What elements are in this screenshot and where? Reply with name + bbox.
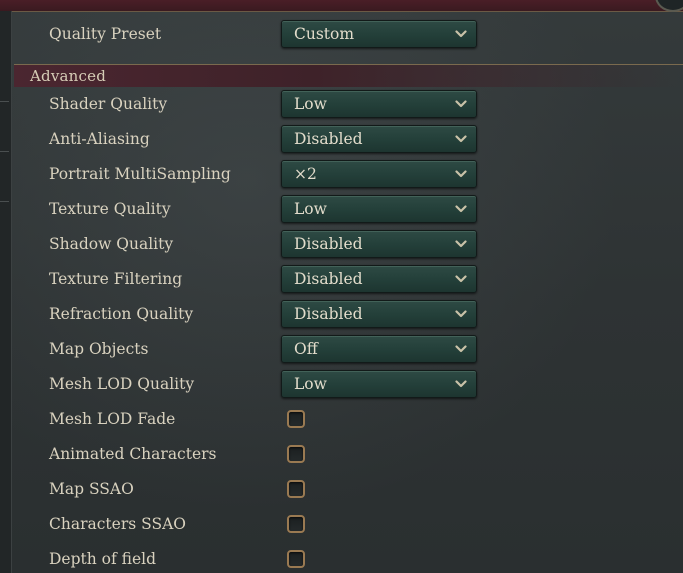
setting-checkbox[interactable] (287, 409, 305, 428)
chevron-down-icon (455, 169, 467, 177)
chevron-down-icon (455, 134, 467, 142)
chevron-down-icon (455, 204, 467, 212)
dropdown-value: Low (294, 374, 327, 393)
chevron-down-icon (455, 29, 467, 37)
setting-checkbox[interactable] (287, 549, 305, 568)
setting-label: Map SSAO (49, 479, 134, 498)
chevron-down-icon (455, 239, 467, 247)
setting-label: Map Objects (49, 339, 149, 358)
setting-label: Animated Characters (49, 444, 217, 463)
setting-row: Mesh LOD Quality Low (0, 366, 683, 401)
dropdown-value: Disabled (294, 234, 363, 253)
setting-dropdown[interactable]: Low (281, 194, 477, 223)
setting-checkbox[interactable] (287, 514, 305, 533)
setting-row: Shader Quality Low (0, 86, 683, 121)
dropdown-value: Low (294, 94, 327, 113)
setting-label: Mesh LOD Quality (49, 374, 195, 393)
setting-checkbox[interactable] (287, 479, 305, 498)
setting-dropdown[interactable]: ×2 (281, 159, 477, 188)
chevron-down-icon (455, 309, 467, 317)
setting-dropdown[interactable]: Disabled (281, 299, 477, 328)
setting-label: Portrait MultiSampling (49, 164, 231, 183)
dropdown-value: Custom (294, 24, 355, 43)
setting-dropdown[interactable]: Disabled (281, 229, 477, 258)
chevron-down-icon (455, 344, 467, 352)
dropdown-value: Disabled (294, 269, 363, 288)
setting-checkbox[interactable] (287, 444, 305, 463)
dropdown-value: Disabled (294, 129, 363, 148)
setting-dropdown[interactable]: Disabled (281, 264, 477, 293)
setting-label: Texture Filtering (49, 269, 183, 288)
setting-row: Anti-Aliasing Disabled (0, 121, 683, 156)
setting-row: Refraction Quality Disabled (0, 296, 683, 331)
quality-preset-label: Quality Preset (49, 24, 162, 43)
setting-label: Depth of field (49, 549, 157, 568)
setting-label: Shader Quality (49, 94, 168, 113)
chevron-down-icon (455, 379, 467, 387)
setting-dropdown[interactable]: Disabled (281, 124, 477, 153)
advanced-section-header: Advanced (14, 64, 683, 87)
dropdown-value: Off (294, 339, 318, 358)
setting-row: Mesh LOD Fade (0, 401, 683, 436)
setting-row: Portrait MultiSampling ×2 (0, 156, 683, 191)
dropdown-value: Disabled (294, 304, 363, 323)
dropdown-value: Low (294, 199, 327, 218)
setting-label: Refraction Quality (49, 304, 194, 323)
setting-row: Shadow Quality Disabled (0, 226, 683, 261)
chevron-down-icon (455, 274, 467, 282)
setting-label: Anti-Aliasing (49, 129, 150, 148)
setting-row: Depth of field (0, 541, 683, 573)
quality-preset-row: Quality Preset Custom (0, 16, 683, 51)
setting-label: Shadow Quality (49, 234, 174, 253)
setting-row: Map Objects Off (0, 331, 683, 366)
setting-row: Texture Filtering Disabled (0, 261, 683, 296)
setting-row: Texture Quality Low (0, 191, 683, 226)
setting-label: Characters SSAO (49, 514, 186, 533)
section-title: Advanced (30, 67, 106, 85)
setting-label: Texture Quality (49, 199, 171, 218)
setting-row: Map SSAO (0, 471, 683, 506)
quality-preset-dropdown[interactable]: Custom (281, 19, 477, 48)
setting-dropdown[interactable]: Low (281, 89, 477, 118)
setting-row: Characters SSAO (0, 506, 683, 541)
window-top-strip (0, 0, 683, 12)
setting-row: Animated Characters (0, 436, 683, 471)
chevron-down-icon (455, 99, 467, 107)
setting-label: Mesh LOD Fade (49, 409, 176, 428)
setting-dropdown[interactable]: Off (281, 334, 477, 363)
dropdown-value: ×2 (294, 164, 317, 183)
setting-dropdown[interactable]: Low (281, 369, 477, 398)
